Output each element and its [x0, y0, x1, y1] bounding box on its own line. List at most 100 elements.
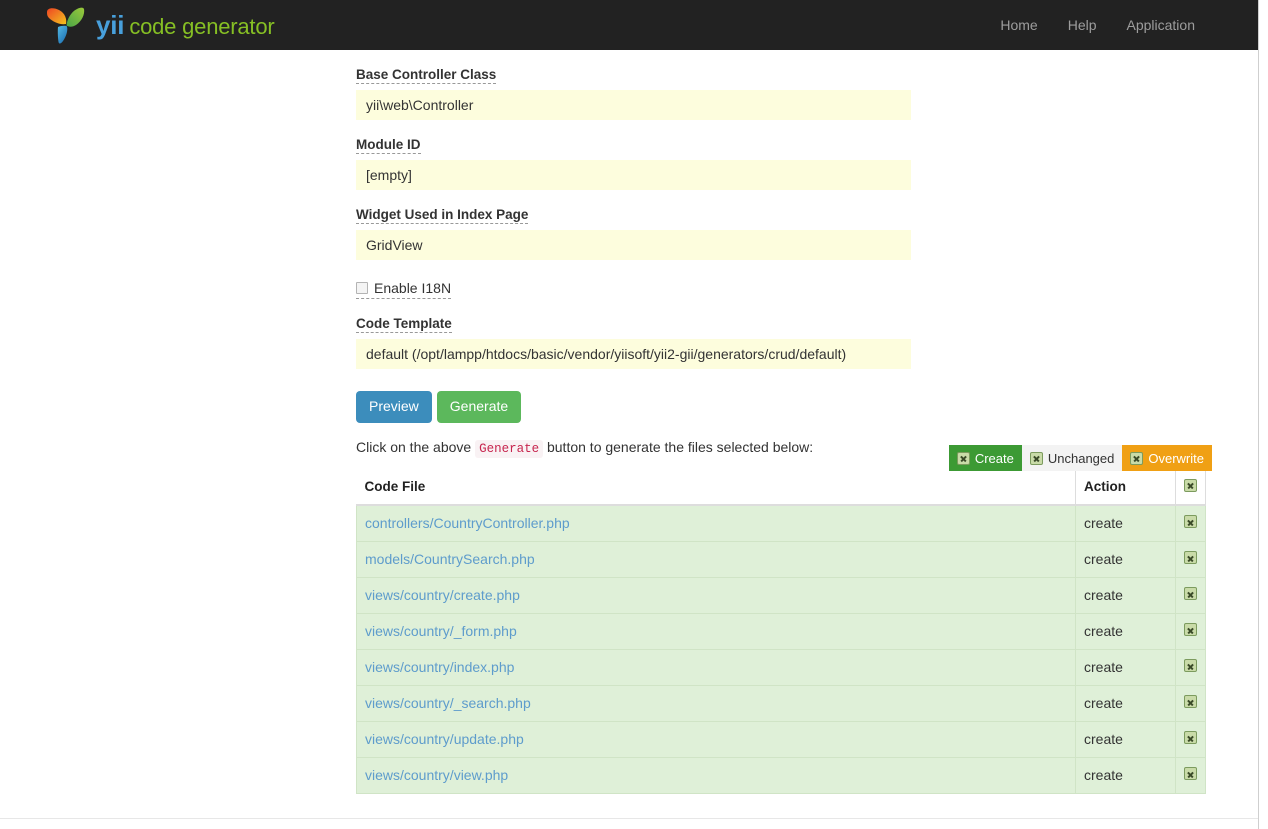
field-base-controller-class: Base Controller Class yii\web\Controller [356, 66, 1212, 120]
widget-input[interactable]: GridView [356, 230, 911, 260]
action-cell: create [1075, 684, 1176, 722]
code-file-link[interactable]: views/country/_search.php [365, 695, 531, 711]
action-cell: create [1075, 576, 1176, 614]
row-select-cell[interactable] [1175, 756, 1206, 794]
checkbox-placeholder-icon[interactable] [1184, 623, 1197, 636]
checkbox-placeholder-icon[interactable] [1184, 587, 1197, 600]
yii-butterfly-logo-icon [44, 5, 88, 45]
code-file-link[interactable]: views/country/_form.php [365, 623, 517, 639]
legend-item-overwrite: Overwrite [1122, 445, 1212, 471]
primary-nav: Home Help Application [985, 0, 1210, 50]
code-file-link[interactable]: controllers/CountryController.php [365, 515, 570, 531]
code-file-cell: views/country/create.php [356, 576, 1076, 614]
column-header-code-file: Code File [356, 469, 1076, 506]
row-select-cell[interactable] [1175, 612, 1206, 650]
action-cell: create [1075, 612, 1176, 650]
checkbox-placeholder-icon[interactable] [1184, 515, 1197, 529]
action-cell: create [1075, 648, 1176, 686]
action-cell: create [1075, 756, 1176, 794]
code-file-link[interactable]: views/country/create.php [365, 587, 520, 603]
code-template-input[interactable]: default (/opt/lampp/htdocs/basic/vendor/… [356, 339, 911, 369]
code-file-cell: views/country/_form.php [356, 612, 1076, 650]
base-controller-class-input[interactable]: yii\web\Controller [356, 90, 911, 120]
checkbox-placeholder-icon[interactable] [1184, 695, 1197, 708]
legend-label: Create [974, 450, 1014, 466]
field-enable-i18n: Enable I18N [356, 280, 1212, 299]
column-header-action: Action [1075, 469, 1176, 506]
brand-text: yii code generator [96, 12, 275, 38]
enable-i18n-checkbox[interactable]: Enable I18N [356, 280, 452, 299]
footer-divider [0, 818, 1258, 819]
code-file-cell: models/CountrySearch.php [356, 540, 1076, 578]
field-label: Code Template [356, 316, 452, 333]
checkbox-placeholder-icon[interactable] [1184, 478, 1197, 492]
generator-form: Base Controller Class yii\web\Controller… [356, 50, 1212, 794]
hint-before: Click on the above [356, 439, 472, 455]
table-row: views/country/_form.php create [356, 612, 1206, 650]
code-file-cell: controllers/CountryController.php [356, 504, 1076, 542]
nav-item-help[interactable]: Help [1053, 0, 1112, 50]
code-file-cell: views/country/view.php [356, 756, 1076, 794]
code-file-cell: views/country/update.php [356, 720, 1076, 758]
row-select-cell[interactable] [1175, 648, 1206, 686]
table-row: views/country/index.php create [356, 648, 1206, 686]
table-row: views/country/view.php create [356, 756, 1206, 794]
code-file-cell: views/country/index.php [356, 648, 1076, 686]
checkbox-placeholder-icon[interactable] [1184, 659, 1197, 672]
code-file-cell: views/country/_search.php [356, 684, 1076, 722]
hint-after: button to generate the files selected be… [546, 439, 814, 455]
preview-button[interactable]: Preview [356, 391, 432, 423]
field-label: Widget Used in Index Page [356, 207, 529, 224]
row-select-cell[interactable] [1175, 576, 1206, 614]
table-row: views/country/_search.php create [356, 684, 1206, 722]
field-widget-used-in-index-page: Widget Used in Index Page GridView [356, 206, 1212, 260]
checkbox-placeholder-icon[interactable] [1184, 551, 1197, 564]
field-code-template: Code Template default (/opt/lampp/htdocs… [356, 315, 1212, 369]
table-row: views/country/update.php create [356, 720, 1206, 758]
checkbox-placeholder-icon [956, 451, 970, 465]
brand-tagline: code generator [129, 14, 275, 39]
field-label: Base Controller Class [356, 67, 497, 84]
status-legend: Create Unchanged Overwrite [948, 445, 1212, 471]
checkbox-placeholder-icon [1130, 451, 1144, 465]
table-row: controllers/CountryController.php create [356, 504, 1206, 542]
code-file-link[interactable]: views/country/update.php [365, 731, 524, 747]
legend-item-create: Create [948, 445, 1022, 471]
code-file-link[interactable]: views/country/view.php [365, 767, 508, 783]
checkbox-box-icon[interactable] [356, 282, 368, 294]
table-row: models/CountrySearch.php create [356, 540, 1206, 578]
code-files-body: controllers/CountryController.php create… [356, 504, 1206, 794]
checkbox-placeholder-icon[interactable] [1184, 731, 1197, 744]
form-actions: Preview Generate [356, 391, 1212, 423]
enable-i18n-label: Enable I18N [374, 280, 452, 296]
code-file-link[interactable]: views/country/index.php [365, 659, 514, 675]
legend-item-unchanged: Unchanged [1021, 445, 1123, 471]
nav-item-application[interactable]: Application [1112, 0, 1211, 50]
top-navbar: yii code generator Home Help Application [0, 0, 1268, 50]
action-cell: create [1075, 540, 1176, 578]
table-row: views/country/create.php create [356, 576, 1206, 614]
field-module-id: Module ID [empty] [356, 136, 1212, 190]
checkbox-placeholder-icon[interactable] [1184, 767, 1197, 780]
code-file-link[interactable]: models/CountrySearch.php [365, 551, 535, 567]
row-select-cell[interactable] [1175, 504, 1206, 542]
action-cell: create [1075, 720, 1176, 758]
generate-button[interactable]: Generate [436, 391, 522, 423]
row-select-cell[interactable] [1175, 684, 1206, 722]
brand-name: yii [96, 10, 125, 40]
field-label: Module ID [356, 137, 421, 154]
legend-label: Overwrite [1148, 450, 1204, 466]
page-scrollbar[interactable] [1258, 0, 1268, 829]
module-id-input[interactable]: [empty] [356, 160, 911, 190]
nav-item-home[interactable]: Home [985, 0, 1052, 50]
legend-label: Unchanged [1047, 450, 1115, 466]
column-header-select-all[interactable] [1175, 469, 1206, 506]
action-cell: create [1075, 504, 1176, 542]
brand-link[interactable]: yii code generator [44, 5, 275, 45]
code-files-table: Code File Action controllers/CountryCont… [356, 469, 1206, 794]
row-select-cell[interactable] [1175, 720, 1206, 758]
checkbox-placeholder-icon [1029, 451, 1043, 465]
table-header-row: Code File Action [356, 469, 1206, 506]
hint-code-generate: Generate [475, 440, 544, 458]
row-select-cell[interactable] [1175, 540, 1206, 578]
